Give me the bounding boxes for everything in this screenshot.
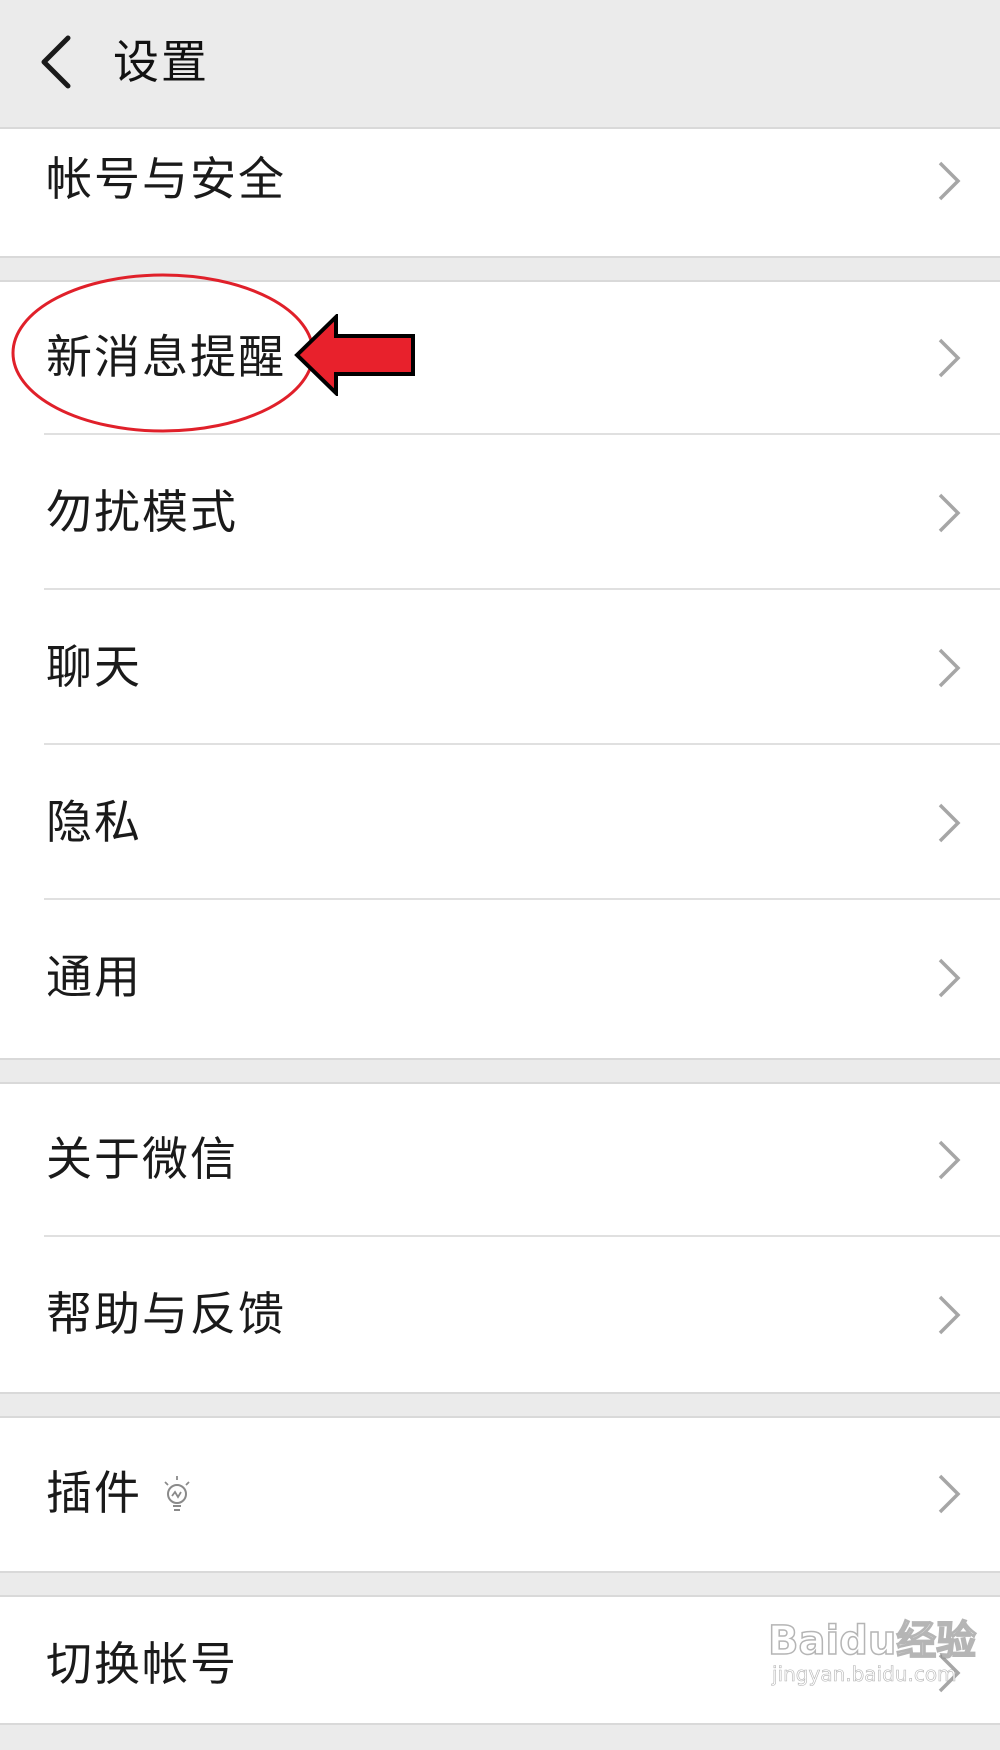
settings-item-switch-account[interactable]: 切换帐号 [0, 1595, 1000, 1750]
settings-item-label: 帐号与安全 [46, 152, 286, 206]
settings-item-label: 关于微信 [46, 1132, 238, 1186]
settings-group-plugins: 插件 [0, 1416, 1000, 1573]
settings-group-about: 关于微信 帮助与反馈 [0, 1082, 1000, 1394]
settings-item-label: 切换帐号 [46, 1637, 238, 1691]
settings-item-label: 通用 [46, 950, 142, 1004]
settings-item-label: 插件 [46, 1466, 142, 1520]
chevron-right-icon [936, 1138, 962, 1182]
chevron-right-icon [936, 159, 962, 203]
chevron-right-icon [936, 336, 962, 380]
settings-item-help-feedback[interactable]: 帮助与反馈 [0, 1237, 1000, 1392]
settings-item-label: 隐私 [46, 795, 142, 849]
chevron-right-icon [936, 491, 962, 535]
settings-item-account-security[interactable]: 帐号与安全 [0, 127, 1000, 258]
settings-item-label: 勿扰模式 [46, 485, 238, 539]
chevron-right-icon [936, 1651, 962, 1695]
settings-item-about-wechat[interactable]: 关于微信 [0, 1082, 1000, 1237]
settings-item-chat[interactable]: 聊天 [0, 590, 1000, 745]
settings-item-label: 聊天 [46, 640, 142, 694]
chevron-left-icon [41, 35, 71, 89]
pointer-arrow-icon [294, 314, 415, 396]
title-bar: 设置 [0, 0, 1000, 127]
chevron-right-icon [936, 801, 962, 845]
back-button[interactable] [28, 22, 108, 102]
settings-item-label: 帮助与反馈 [46, 1287, 286, 1341]
page-title: 设置 [113, 35, 209, 89]
chevron-right-icon [936, 1472, 962, 1516]
highlight-ellipse [11, 273, 315, 433]
settings-group-switch: 切换帐号 [0, 1595, 1000, 1725]
settings-group-account: 帐号与安全 [0, 127, 1000, 258]
chevron-right-icon [936, 1293, 962, 1337]
settings-item-plugins[interactable]: 插件 [0, 1416, 1000, 1571]
chevron-right-icon [936, 956, 962, 1000]
settings-item-privacy[interactable]: 隐私 [0, 745, 1000, 900]
settings-item-do-not-disturb[interactable]: 勿扰模式 [0, 435, 1000, 590]
settings-item-general[interactable]: 通用 [0, 900, 1000, 1055]
chevron-right-icon [936, 646, 962, 690]
lightbulb-icon [160, 1474, 194, 1514]
